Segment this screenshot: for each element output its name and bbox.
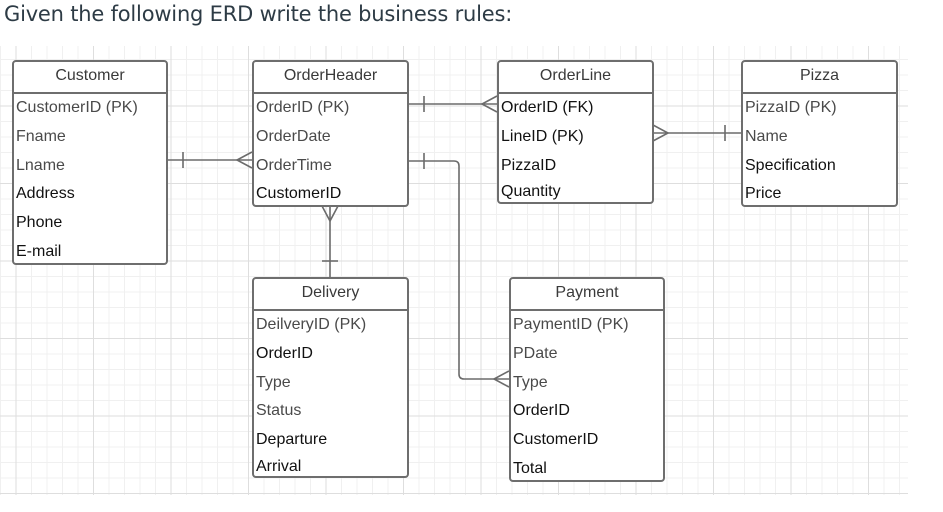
attribute: PaymentID (PK) [513, 316, 629, 333]
entity-title: Pizza [743, 62, 896, 94]
attribute: OrderDate [256, 127, 331, 145]
attribute: Price [745, 185, 782, 203]
attribute: Specification [745, 156, 836, 174]
entity-title: Delivery [254, 279, 407, 311]
attribute: Quantity [501, 183, 561, 201]
attribute: OrderID [256, 344, 313, 362]
attribute: Type [513, 373, 548, 391]
attribute: Total [513, 459, 547, 477]
entity-delivery[interactable]: Delivery DeilveryID (PK) OrderID Type St… [252, 277, 409, 478]
attribute: Name [745, 127, 788, 145]
attribute: CustomerID (PK) [16, 99, 138, 116]
attribute: E-mail [16, 242, 62, 260]
attribute: Departure [256, 431, 328, 449]
attribute: OrderID (FK) [501, 99, 594, 116]
entity-title: Customer [14, 62, 166, 94]
attribute: Arrival [256, 457, 302, 475]
attribute: Address [16, 185, 75, 203]
attribute: OrderID (PK) [256, 99, 350, 116]
prompt-heading: Given the following ERD write the busine… [4, 2, 513, 26]
attribute: PizzaID (PK) [745, 99, 837, 116]
attribute: PDate [513, 344, 558, 362]
entity-title: OrderLine [499, 62, 652, 94]
entity-payment[interactable]: Payment PaymentID (PK) PDate Type OrderI… [509, 277, 665, 482]
entity-orderline[interactable]: OrderLine OrderID (FK) LineID (PK) Pizza… [497, 60, 654, 204]
entity-title: OrderHeader [254, 62, 407, 94]
attribute: Lname [16, 156, 65, 174]
attribute: Phone [16, 214, 63, 232]
entity-title: Payment [511, 279, 663, 311]
entity-customer[interactable]: Customer CustomerID (PK) Fname Lname Add… [12, 60, 168, 265]
attribute: LineID (PK) [501, 127, 584, 145]
attribute: PizzaID [501, 156, 557, 174]
entity-pizza[interactable]: Pizza PizzaID (PK) Name Specification Pr… [741, 60, 898, 207]
attribute: OrderTime [256, 156, 332, 174]
attribute: OrderID [513, 402, 570, 420]
attribute: Status [256, 402, 302, 420]
attribute: DeilveryID (PK) [256, 316, 367, 333]
attribute: CustomerID [513, 431, 599, 449]
attribute: Type [256, 373, 291, 391]
attribute: CustomerID [256, 185, 342, 203]
entity-orderheader[interactable]: OrderHeader OrderID (PK) OrderDate Order… [252, 60, 409, 207]
attribute: Fname [16, 127, 66, 145]
